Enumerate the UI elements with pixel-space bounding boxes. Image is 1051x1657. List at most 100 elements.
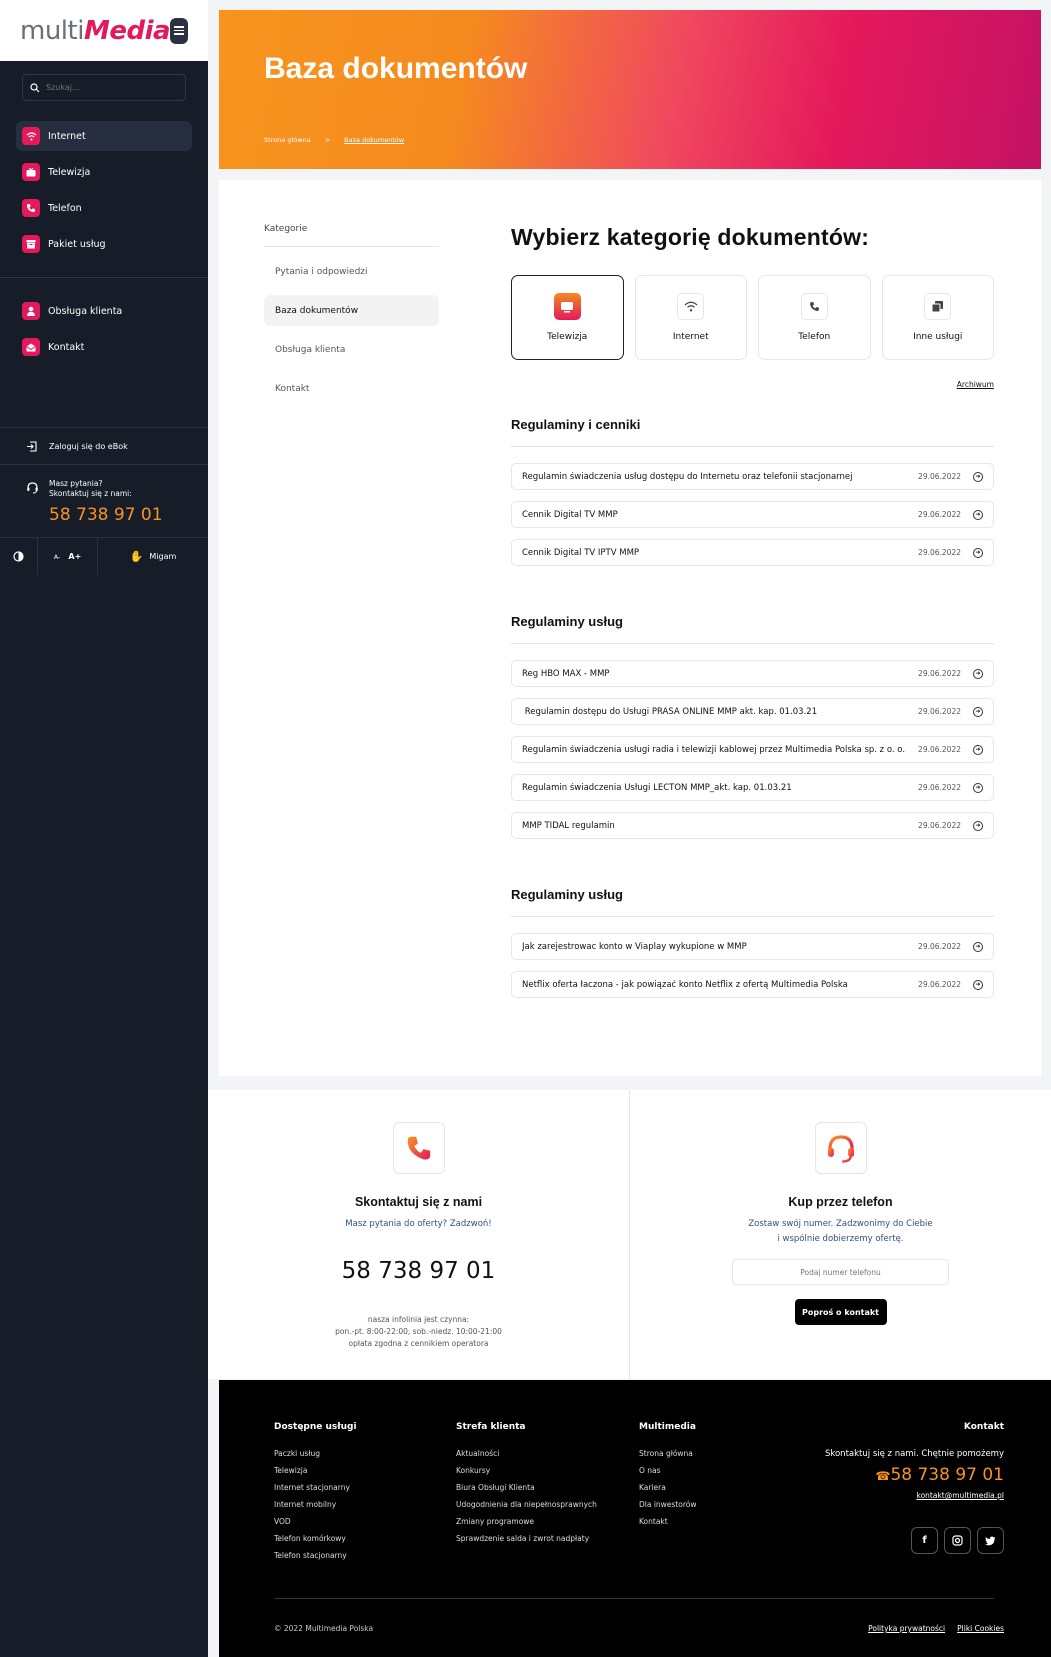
divider [274, 1598, 994, 1599]
twitter-icon[interactable] [977, 1527, 1004, 1554]
document-row[interactable]: Cennik Digital TV IPTV MMP 29.06.2022 ➜ [511, 539, 994, 566]
arrow-circle-icon[interactable]: ➜ [973, 941, 983, 952]
nav-item-label: Telewizja [48, 166, 91, 178]
arrow-circle-icon[interactable]: ➜ [973, 509, 983, 520]
footer-link[interactable]: Zmiany programowe [456, 1517, 597, 1526]
nav-item-label: Telefon [48, 202, 82, 214]
footer-link[interactable]: Aktualności [456, 1449, 597, 1458]
footer-phone[interactable]: ☎58 738 97 01 [825, 1465, 1004, 1485]
footer-link[interactable]: Telefon komórkowy [274, 1534, 357, 1543]
tile-inne-uslugi[interactable]: Inne usługi [881, 275, 994, 360]
search-icon [30, 82, 40, 92]
document-date: 29.06.2022 [918, 669, 961, 678]
document-row[interactable]: Regulamin świadczenia usługi radia i tel… [511, 736, 994, 763]
category-item[interactable]: Obsługa klienta [264, 334, 439, 365]
document-row[interactable]: Jak zarejestrowac konto w Viaplay wykupi… [511, 933, 994, 960]
footer-link[interactable]: Kontakt [639, 1517, 697, 1526]
archive-link[interactable]: Archiwum [511, 380, 994, 389]
ebok-login-link[interactable]: Zaloguj się do eBok [0, 428, 208, 464]
footer-link[interactable]: Kariera [639, 1483, 697, 1492]
logo[interactable]: multiMedia [20, 16, 171, 46]
document-name: Regulamin świadczenia usług dostępu do I… [522, 471, 853, 482]
footer-link[interactable]: Telefon stacjonarny [274, 1551, 357, 1560]
arrow-circle-icon[interactable]: ➜ [973, 471, 983, 482]
cookies-link[interactable]: Pliki Cookies [957, 1624, 1004, 1633]
sidebar: multiMedia Internet Telewizja Telefon [0, 0, 208, 1657]
contrast-toggle[interactable] [0, 538, 38, 575]
arrow-circle-icon[interactable]: ➜ [973, 782, 983, 793]
footer-link[interactable]: Strona główna [639, 1449, 697, 1458]
doc-section-title: Regulaminy usług [511, 614, 994, 644]
font-increase-button[interactable]: A+ [68, 552, 81, 561]
document-row[interactable]: MMP TIDAL regulamin 29.06.2022 ➜ [511, 812, 994, 839]
tile-label: Inne usługi [913, 332, 963, 342]
document-row[interactable]: Reg HBO MAX - MMP 29.06.2022 ➜ [511, 660, 994, 687]
arrow-circle-icon[interactable]: ➜ [973, 820, 983, 831]
document-row[interactable]: Regulamin świadczenia usług dostępu do I… [511, 463, 994, 490]
arrow-circle-icon[interactable]: ➜ [973, 706, 983, 717]
document-row[interactable]: Cennik Digital TV MMP 29.06.2022 ➜ [511, 501, 994, 528]
category-item[interactable]: Kontakt [264, 373, 439, 404]
document-name: Regulamin dostępu do Usługi PRASA ONLINE… [522, 706, 818, 717]
footer-link[interactable]: Sprawdzenie salda i zwrot nadpłaty [456, 1534, 597, 1543]
request-contact-button[interactable]: Poproś o kontakt [794, 1299, 887, 1325]
font-decrease-button[interactable]: A- [54, 553, 61, 561]
arrow-circle-icon[interactable]: ➜ [973, 744, 983, 755]
arrow-circle-icon[interactable]: ➜ [973, 547, 983, 558]
footer-link[interactable]: Biura Obsługi Klienta [456, 1483, 597, 1492]
footer-link[interactable]: VOD [274, 1517, 357, 1526]
document-name: Jak zarejestrowac konto w Viaplay wykupi… [522, 941, 747, 952]
tv-icon [22, 163, 40, 181]
tile-internet[interactable]: Internet [634, 275, 747, 360]
primary-nav: Internet Telewizja Telefon Pakiet usług [0, 121, 208, 259]
footer-link[interactable]: Udogodnienia dla niepełnosprawnych [456, 1500, 597, 1509]
hotline-hours: nasza infolinia jest czynna: pon.-pt. 8:… [335, 1314, 502, 1350]
footer-link[interactable]: Dla inwestorów [639, 1500, 697, 1509]
secondary-nav: Obsługa klienta Kontakt [0, 296, 208, 362]
footer-link[interactable]: Internet stacjonarny [274, 1483, 357, 1492]
nav-item-obsluga-klienta[interactable]: Obsługa klienta [16, 296, 192, 326]
doc-section: Regulaminy usług Reg HBO MAX - MMP 29.06.… [511, 614, 994, 839]
document-date: 29.06.2022 [918, 510, 961, 519]
search-input[interactable] [46, 83, 176, 92]
nav-item-telefon[interactable]: Telefon [16, 193, 192, 223]
main-content: Kategorie Pytania i odpowiedzi Baza doku… [219, 180, 1041, 1076]
nav-item-pakiet[interactable]: Pakiet usług [16, 229, 192, 259]
breadcrumb-home[interactable]: Strona główna [264, 136, 311, 144]
footer-link[interactable]: Paczki usług [274, 1449, 357, 1458]
footer-link[interactable]: Telewizja [274, 1466, 357, 1475]
document-row[interactable]: Netflix oferta łaczona - jak powiązać ko… [511, 971, 994, 998]
tile-telefon[interactable]: Telefon [758, 275, 871, 360]
doc-section: Regulaminy i cenniki Regulamin świadczen… [511, 417, 994, 566]
document-name: Reg HBO MAX - MMP [522, 668, 610, 679]
nav-item-internet[interactable]: Internet [16, 121, 192, 151]
footer-link[interactable]: Internet mobilny [274, 1500, 357, 1509]
nav-item-telewizja[interactable]: Telewizja [16, 157, 192, 187]
category-item-active[interactable]: Baza dokumentów [264, 295, 439, 326]
document-row[interactable]: Regulamin świadczenia Usługi LECTON MMP_… [511, 774, 994, 801]
contact-callback-column: Kup przez telefon Zostaw swój numer. Zad… [629, 1090, 1051, 1379]
accessibility-bar: A- A+ ✋ Migam [0, 537, 208, 575]
help-phone[interactable]: 58 738 97 01 [49, 505, 163, 525]
footer-col-title: Dostępne usługi [274, 1422, 357, 1432]
hotline-note: pon.-pt. 8:00-22:00, sob.-niedz. 10:00-2… [335, 1327, 502, 1336]
instagram-icon[interactable] [944, 1527, 971, 1554]
arrow-circle-icon[interactable]: ➜ [973, 979, 983, 990]
category-item[interactable]: Pytania i odpowiedzi [264, 256, 439, 287]
privacy-policy-link[interactable]: Polityka prywatności [868, 1624, 945, 1633]
breadcrumb-current[interactable]: Baza dokumentów [344, 136, 404, 144]
contact-phone[interactable]: 58 738 97 01 [342, 1258, 496, 1284]
document-row[interactable]: Regulamin dostępu do Usługi PRASA ONLINE… [511, 698, 994, 725]
arrow-circle-icon[interactable]: ➜ [973, 668, 983, 679]
doc-section-title: Regulaminy usług [511, 887, 994, 917]
tile-telewizja[interactable]: Telewizja [511, 275, 624, 360]
headset-icon [27, 482, 38, 494]
nav-item-kontakt[interactable]: Kontakt [16, 332, 192, 362]
phone-number-input[interactable] [732, 1259, 949, 1285]
footer-link[interactable]: Konkursy [456, 1466, 597, 1475]
migam-button[interactable]: ✋ Migam [98, 538, 208, 575]
menu-button[interactable] [170, 17, 188, 44]
footer-email-link[interactable]: kontakt@multimedia.pl [825, 1491, 1005, 1500]
footer-link[interactable]: O nas [639, 1466, 697, 1475]
facebook-icon[interactable]: f [911, 1527, 938, 1554]
